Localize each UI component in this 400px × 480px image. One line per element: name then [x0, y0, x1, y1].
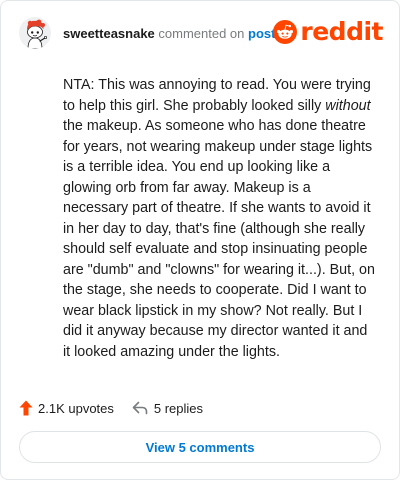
- upvote-count: 2.1K upvotes: [38, 400, 114, 416]
- reply-arrow-icon: [132, 401, 148, 415]
- post-link[interactable]: post: [248, 26, 275, 41]
- upvote-stat[interactable]: 2.1K upvotes: [19, 400, 114, 416]
- reddit-wordmark: reddit: [300, 17, 383, 46]
- byline-action-text: commented on: [154, 26, 248, 41]
- reddit-snoo-icon: [273, 20, 298, 44]
- comment-byline: sweetteasnake commented on post: [63, 26, 275, 41]
- comment-card: sweetteasnake commented on post reddit N…: [0, 0, 400, 480]
- user-avatar[interactable]: [19, 17, 51, 49]
- snoo-avatar-icon: [19, 17, 51, 49]
- comment-text-emphasis: without: [325, 97, 371, 114]
- view-comments-button[interactable]: View 5 comments: [19, 431, 381, 463]
- username-link[interactable]: sweetteasnake: [63, 26, 155, 41]
- comment-text-part-2: the makeup. As someone who has done thea…: [63, 118, 375, 360]
- comment-stats: 2.1K upvotes 5 replies: [19, 397, 203, 419]
- upvote-arrow-icon: [19, 400, 33, 416]
- comment-header: sweetteasnake commented on post reddit: [19, 15, 385, 55]
- reddit-logo[interactable]: reddit: [273, 17, 383, 47]
- reply-count: 5 replies: [153, 400, 204, 416]
- comment-text: NTA: This was annoying to read. You were…: [63, 75, 378, 362]
- reply-stat[interactable]: 5 replies: [132, 401, 203, 416]
